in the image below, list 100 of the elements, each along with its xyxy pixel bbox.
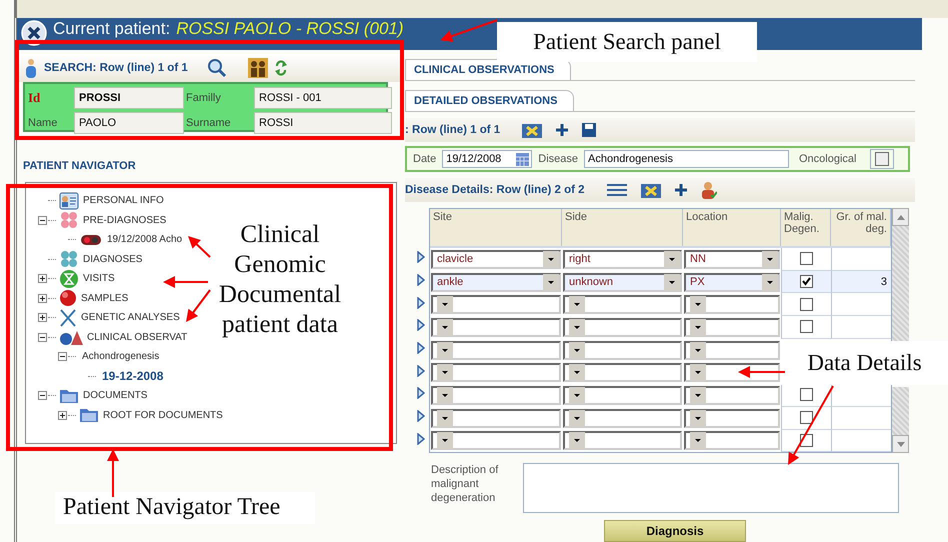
row-marker-icon[interactable]	[417, 296, 425, 309]
dropdown-field[interactable]	[431, 318, 561, 337]
dropdown-field[interactable]	[431, 386, 561, 405]
add-icon[interactable]	[556, 124, 568, 136]
dropdown-field[interactable]	[563, 431, 682, 450]
add-icon[interactable]	[674, 184, 687, 196]
caret-icon[interactable]	[569, 364, 585, 382]
caret-icon[interactable]	[569, 432, 585, 450]
input-field[interactable]: PROSSI	[74, 87, 184, 109]
tree-item[interactable]: GENETIC ANALYSES	[81, 312, 180, 324]
tab[interactable]: DETAILED OBSERVATIONS	[405, 90, 574, 111]
diagnosis-button[interactable]: Diagnosis	[604, 520, 746, 542]
expander-icon[interactable]	[38, 391, 47, 400]
tree-item[interactable]: PERSONAL INFO	[83, 195, 164, 206]
dropdown-field[interactable]	[684, 431, 780, 450]
caret-icon[interactable]	[437, 342, 453, 359]
caret-icon[interactable]	[664, 250, 680, 268]
caret-icon[interactable]	[664, 274, 680, 291]
export-icon[interactable]	[522, 122, 542, 138]
checkbox[interactable]	[800, 411, 813, 424]
caret-icon[interactable]	[437, 432, 453, 450]
search-icon[interactable]	[206, 58, 227, 78]
dropdown-field[interactable]: unknown	[563, 272, 682, 292]
dropdown-field[interactable]	[563, 408, 682, 428]
checkbox[interactable]	[875, 152, 890, 166]
family-icon[interactable]	[248, 58, 268, 78]
expander-icon[interactable]	[38, 313, 47, 322]
dropdown-field[interactable]: right	[563, 250, 682, 269]
caret-icon[interactable]	[437, 386, 453, 404]
dropdown-field[interactable]	[563, 340, 682, 360]
caret-icon[interactable]	[543, 274, 559, 291]
caret-icon[interactable]	[690, 432, 706, 450]
dropdown-field[interactable]	[684, 340, 780, 360]
caret-icon[interactable]	[437, 318, 453, 336]
expander-icon[interactable]	[38, 274, 47, 284]
caret-icon[interactable]	[690, 296, 706, 314]
checkbox[interactable]	[800, 388, 813, 402]
dropdown-field[interactable]	[563, 363, 682, 382]
expander-icon[interactable]	[58, 410, 67, 420]
dropdown-field[interactable]	[431, 408, 561, 428]
input-field[interactable]: PAOLO	[74, 112, 184, 134]
scroll-up-button[interactable]	[892, 208, 909, 226]
caret-icon[interactable]	[569, 410, 585, 427]
checkbox[interactable]	[800, 252, 813, 266]
tree-item[interactable]: SAMPLES	[81, 292, 128, 304]
calendar-icon[interactable]	[516, 152, 530, 166]
caret-icon[interactable]	[690, 386, 706, 404]
caret-icon[interactable]	[690, 342, 706, 359]
caret-icon[interactable]	[437, 410, 453, 427]
input-field[interactable]: ROSSI	[254, 112, 392, 134]
row-marker-icon[interactable]	[417, 342, 425, 354]
column-header[interactable]: Location	[683, 209, 781, 246]
row-marker-icon[interactable]	[417, 387, 425, 400]
column-header[interactable]: Side	[562, 209, 683, 246]
row-marker-icon[interactable]	[417, 251, 425, 264]
dropdown-field[interactable]	[684, 363, 780, 382]
dropdown-field[interactable]	[684, 408, 780, 428]
tree-item[interactable]: 19-12-2008	[102, 369, 164, 384]
tree-item[interactable]: PRE-DIAGNOSES	[83, 214, 166, 226]
dropdown-field[interactable]	[563, 295, 682, 314]
dropdown-field[interactable]: ankle	[431, 272, 561, 292]
close-icon[interactable]	[21, 20, 47, 46]
caret-icon[interactable]	[569, 318, 585, 336]
tree-item[interactable]: ROOT FOR DOCUMENTS	[103, 410, 223, 421]
tab[interactable]: CLINICAL OBSERVATIONS	[405, 59, 572, 80]
caret-icon[interactable]	[690, 364, 706, 382]
dropdown-field[interactable]	[684, 318, 780, 337]
row-marker-icon[interactable]	[417, 410, 425, 422]
expander-icon[interactable]	[58, 352, 67, 362]
tree-item[interactable]: 19/12/2008 Acho	[107, 234, 182, 246]
dropdown-field[interactable]	[563, 318, 682, 337]
row-marker-icon[interactable]	[417, 319, 425, 332]
caret-icon[interactable]	[569, 342, 585, 359]
dropdown-field[interactable]	[563, 386, 682, 405]
caret-icon[interactable]	[569, 296, 585, 314]
export-icon[interactable]	[640, 182, 661, 198]
tree-item[interactable]: DOCUMENTS	[83, 390, 148, 402]
row-marker-icon[interactable]	[417, 364, 425, 377]
dropdown-field[interactable]: NN	[684, 250, 780, 269]
expander-icon[interactable]	[38, 332, 47, 342]
caret-icon[interactable]	[569, 386, 585, 404]
caret-icon[interactable]	[762, 250, 778, 268]
dropdown-field[interactable]	[684, 386, 780, 405]
column-header[interactable]: Malig. Degen.	[781, 209, 831, 246]
date-field[interactable]: 19/12/2008	[442, 150, 532, 168]
caret-icon[interactable]	[437, 364, 453, 382]
list-icon[interactable]	[606, 183, 627, 197]
dropdown-field[interactable]	[431, 363, 561, 382]
dropdown-field[interactable]	[431, 340, 561, 360]
expander-icon[interactable]	[38, 294, 47, 303]
tree-item[interactable]: VISITS	[83, 273, 115, 284]
column-header[interactable]: Gr. of mal. deg.	[831, 209, 891, 246]
tree-item[interactable]: CLINICAL OBSERVAT	[87, 332, 188, 343]
refresh-icon[interactable]	[274, 59, 287, 77]
row-marker-icon[interactable]	[417, 432, 425, 445]
column-header[interactable]: Site	[430, 209, 562, 246]
row-marker-icon[interactable]	[417, 274, 425, 286]
input-field[interactable]: Achondrogenesis	[584, 150, 789, 168]
tree-item[interactable]: DIAGNOSES	[83, 254, 142, 265]
save-icon[interactable]	[582, 123, 596, 137]
